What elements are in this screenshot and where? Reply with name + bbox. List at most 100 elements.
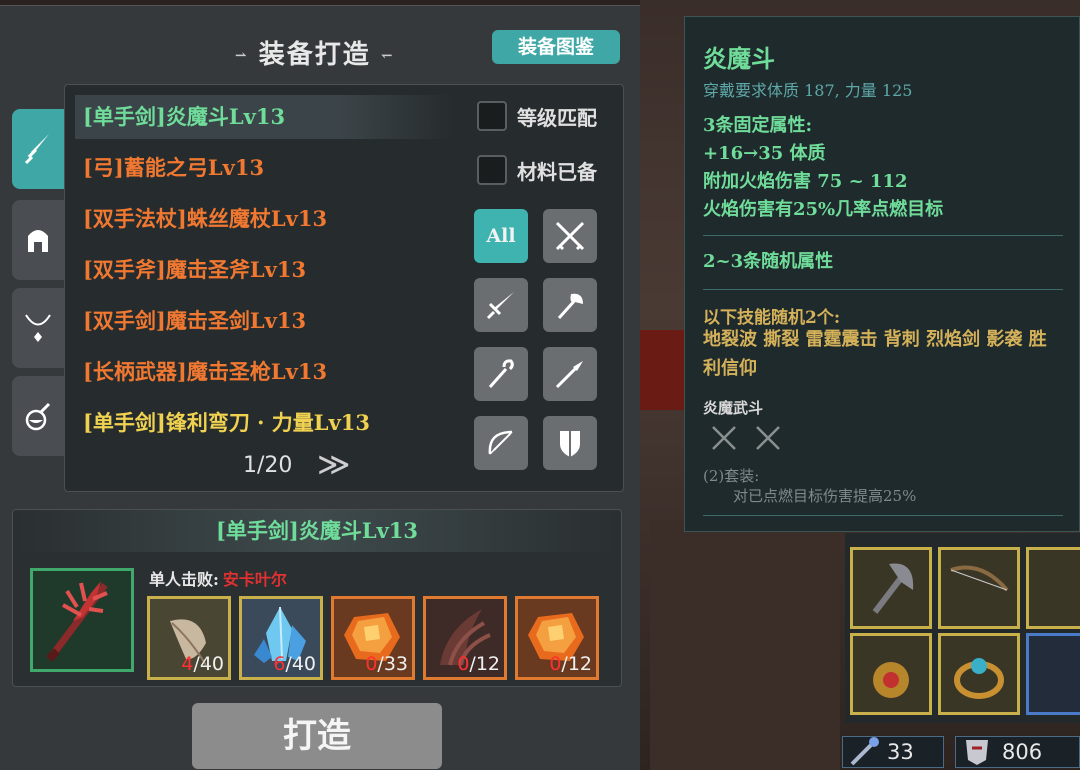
staff-icon <box>850 737 879 766</box>
inventory-slot[interactable] <box>1026 547 1080 629</box>
title-arrow-right-icon: ↽ <box>380 48 395 64</box>
fixed-attr: +16→35 体质 <box>703 143 826 164</box>
material-slot[interactable]: 6/40 <box>239 596 323 680</box>
fixed-attr: 附加火焰伤害 75 ~ 112 <box>703 171 908 192</box>
recipe-item[interactable]: [长柄武器]魔击圣枪Lv13 <box>75 350 455 394</box>
material-need: /40 <box>285 653 316 675</box>
sword-icon <box>24 134 49 165</box>
item-tooltip: 炎魔斗 穿戴要求体质 187, 力量 125 3条固定属性: +16→35 体质… <box>684 16 1080 532</box>
recipe-item[interactable]: [双手斧]魔击圣斧Lv13 <box>75 248 455 292</box>
divider <box>703 235 1063 236</box>
tab-accessory[interactable] <box>12 288 64 368</box>
amulet-icon <box>873 662 909 698</box>
random-attrs: 2~3条随机属性 <box>703 251 834 272</box>
inventory-slot[interactable] <box>850 547 932 629</box>
bow-icon <box>488 430 513 455</box>
material-count: 0/33 <box>365 653 408 675</box>
bow-icon <box>950 565 1009 592</box>
set-bonus: 对已点燃目标伤害提高25% <box>733 487 917 505</box>
title-text: 装备打造 <box>258 40 371 70</box>
materials-ready-checkbox[interactable] <box>477 155 507 185</box>
filter-axe-button[interactable] <box>543 278 597 332</box>
weapon-preview[interactable] <box>30 568 134 672</box>
equipment-codex-button[interactable]: 装备图鉴 <box>492 30 620 64</box>
recipe-item[interactable]: [弓]蓄能之弓Lv13 <box>75 146 455 190</box>
set-count: (2)套装: <box>703 467 760 485</box>
crossed-swords-icon <box>756 426 780 450</box>
recipe-item[interactable]: [单手剑]炎魔斗Lv13 <box>75 95 455 139</box>
flame-sword-icon <box>46 581 108 662</box>
attack-value: 33 <box>887 740 914 764</box>
divider <box>703 515 1063 516</box>
item-name: 炎魔斗 <box>703 44 775 73</box>
inventory-slot[interactable] <box>938 547 1020 629</box>
title-arrow-left-icon: ⇀ <box>235 48 249 64</box>
material-have: 4 <box>181 653 194 675</box>
filter-spear-button[interactable] <box>543 347 597 401</box>
tab-consumable[interactable] <box>12 376 64 456</box>
next-page-icon[interactable]: ≫ <box>317 445 351 483</box>
recipe-item[interactable]: [双手剑]魔击圣剑Lv13 <box>75 299 455 343</box>
material-need: /12 <box>561 653 592 675</box>
helmet-icon <box>28 230 48 252</box>
level-match-checkbox[interactable] <box>477 101 507 131</box>
tab-armor[interactable] <box>12 200 64 280</box>
material-count: 0/12 <box>549 653 592 675</box>
set-name: 炎魔武斗 <box>703 399 764 417</box>
inventory-slot[interactable] <box>850 633 932 715</box>
potion-icon <box>25 402 51 431</box>
background-scene <box>650 520 840 770</box>
materials-panel: [单手剑]炎魔斗Lv13 单人击败: 安卡叶尔 4/40 6/40 0/33 0… <box>12 509 622 687</box>
material-slot[interactable]: 0/12 <box>423 596 507 680</box>
filter-one-hand-sword-button[interactable] <box>474 278 528 332</box>
material-count: 0/12 <box>457 653 500 675</box>
armor-icon <box>966 740 988 765</box>
material-need: /33 <box>377 653 408 675</box>
item-requirement: 穿戴要求体质 187, 力量 125 <box>703 81 913 100</box>
material-need: /12 <box>469 653 500 675</box>
material-have: 6 <box>273 653 286 675</box>
recipe-item[interactable]: [双手法杖]蛛丝魔杖Lv13 <box>75 197 455 241</box>
skills-list: 地裂波 撕裂 雷霆震击 背刺 烈焰剑 影袭 胜利信仰 <box>703 329 1047 379</box>
tab-weapon[interactable] <box>12 109 64 189</box>
filter-staff-button[interactable] <box>474 347 528 401</box>
filter-bow-button[interactable] <box>474 416 528 470</box>
spear-icon <box>555 361 583 389</box>
selected-recipe-title: [单手剑]炎魔斗Lv13 <box>13 510 621 552</box>
fixed-attr: 火焰伤害有25%几率点燃目标 <box>703 199 944 220</box>
axe-icon <box>557 293 583 320</box>
battle-axe-icon <box>872 563 914 614</box>
recipe-item[interactable]: [单手剑]锋利弯刀 · 力量Lv13 <box>75 401 455 445</box>
material-slot[interactable]: 0/12 <box>515 596 599 680</box>
material-count: 6/40 <box>273 653 316 675</box>
ring-icon <box>954 658 1004 699</box>
inventory-slot[interactable] <box>938 633 1020 715</box>
material-slot[interactable]: 0/33 <box>331 596 415 680</box>
material-have: 0 <box>365 653 378 675</box>
forge-button[interactable]: 打造 <box>192 703 442 769</box>
kill-label: 单人击败: <box>149 570 219 589</box>
material-have: 0 <box>457 653 470 675</box>
filter-shield-button[interactable] <box>543 416 597 470</box>
material-need: /40 <box>193 653 224 675</box>
divider <box>703 289 1063 290</box>
sword-icon <box>486 292 514 320</box>
panel-title: ⇀ 装备打造 ↽ <box>225 34 404 71</box>
boss-requirement: 单人击败: 安卡叶尔 <box>149 566 287 590</box>
crossed-swords-icon <box>712 426 736 450</box>
level-match-filter[interactable]: 等级匹配 <box>477 100 597 132</box>
material-count: 4/40 <box>181 653 224 675</box>
material-have: 0 <box>549 653 562 675</box>
inventory-slot[interactable] <box>1026 633 1080 715</box>
recipe-list: [单手剑]炎魔斗Lv13 [弓]蓄能之弓Lv13 [双手法杖]蛛丝魔杖Lv13 … <box>64 84 624 492</box>
shield-icon <box>560 431 580 457</box>
filter-dual-wield-button[interactable] <box>543 209 597 263</box>
staff-icon <box>488 359 514 388</box>
filter-all-button[interactable]: All <box>474 209 528 263</box>
inventory-grid <box>845 533 1080 723</box>
level-match-label: 等级匹配 <box>517 105 597 130</box>
material-slot[interactable]: 4/40 <box>147 596 231 680</box>
materials-ready-filter[interactable]: 材料已备 <box>477 154 597 186</box>
defense-value: 806 <box>1002 740 1043 764</box>
boss-name: 安卡叶尔 <box>222 570 287 589</box>
